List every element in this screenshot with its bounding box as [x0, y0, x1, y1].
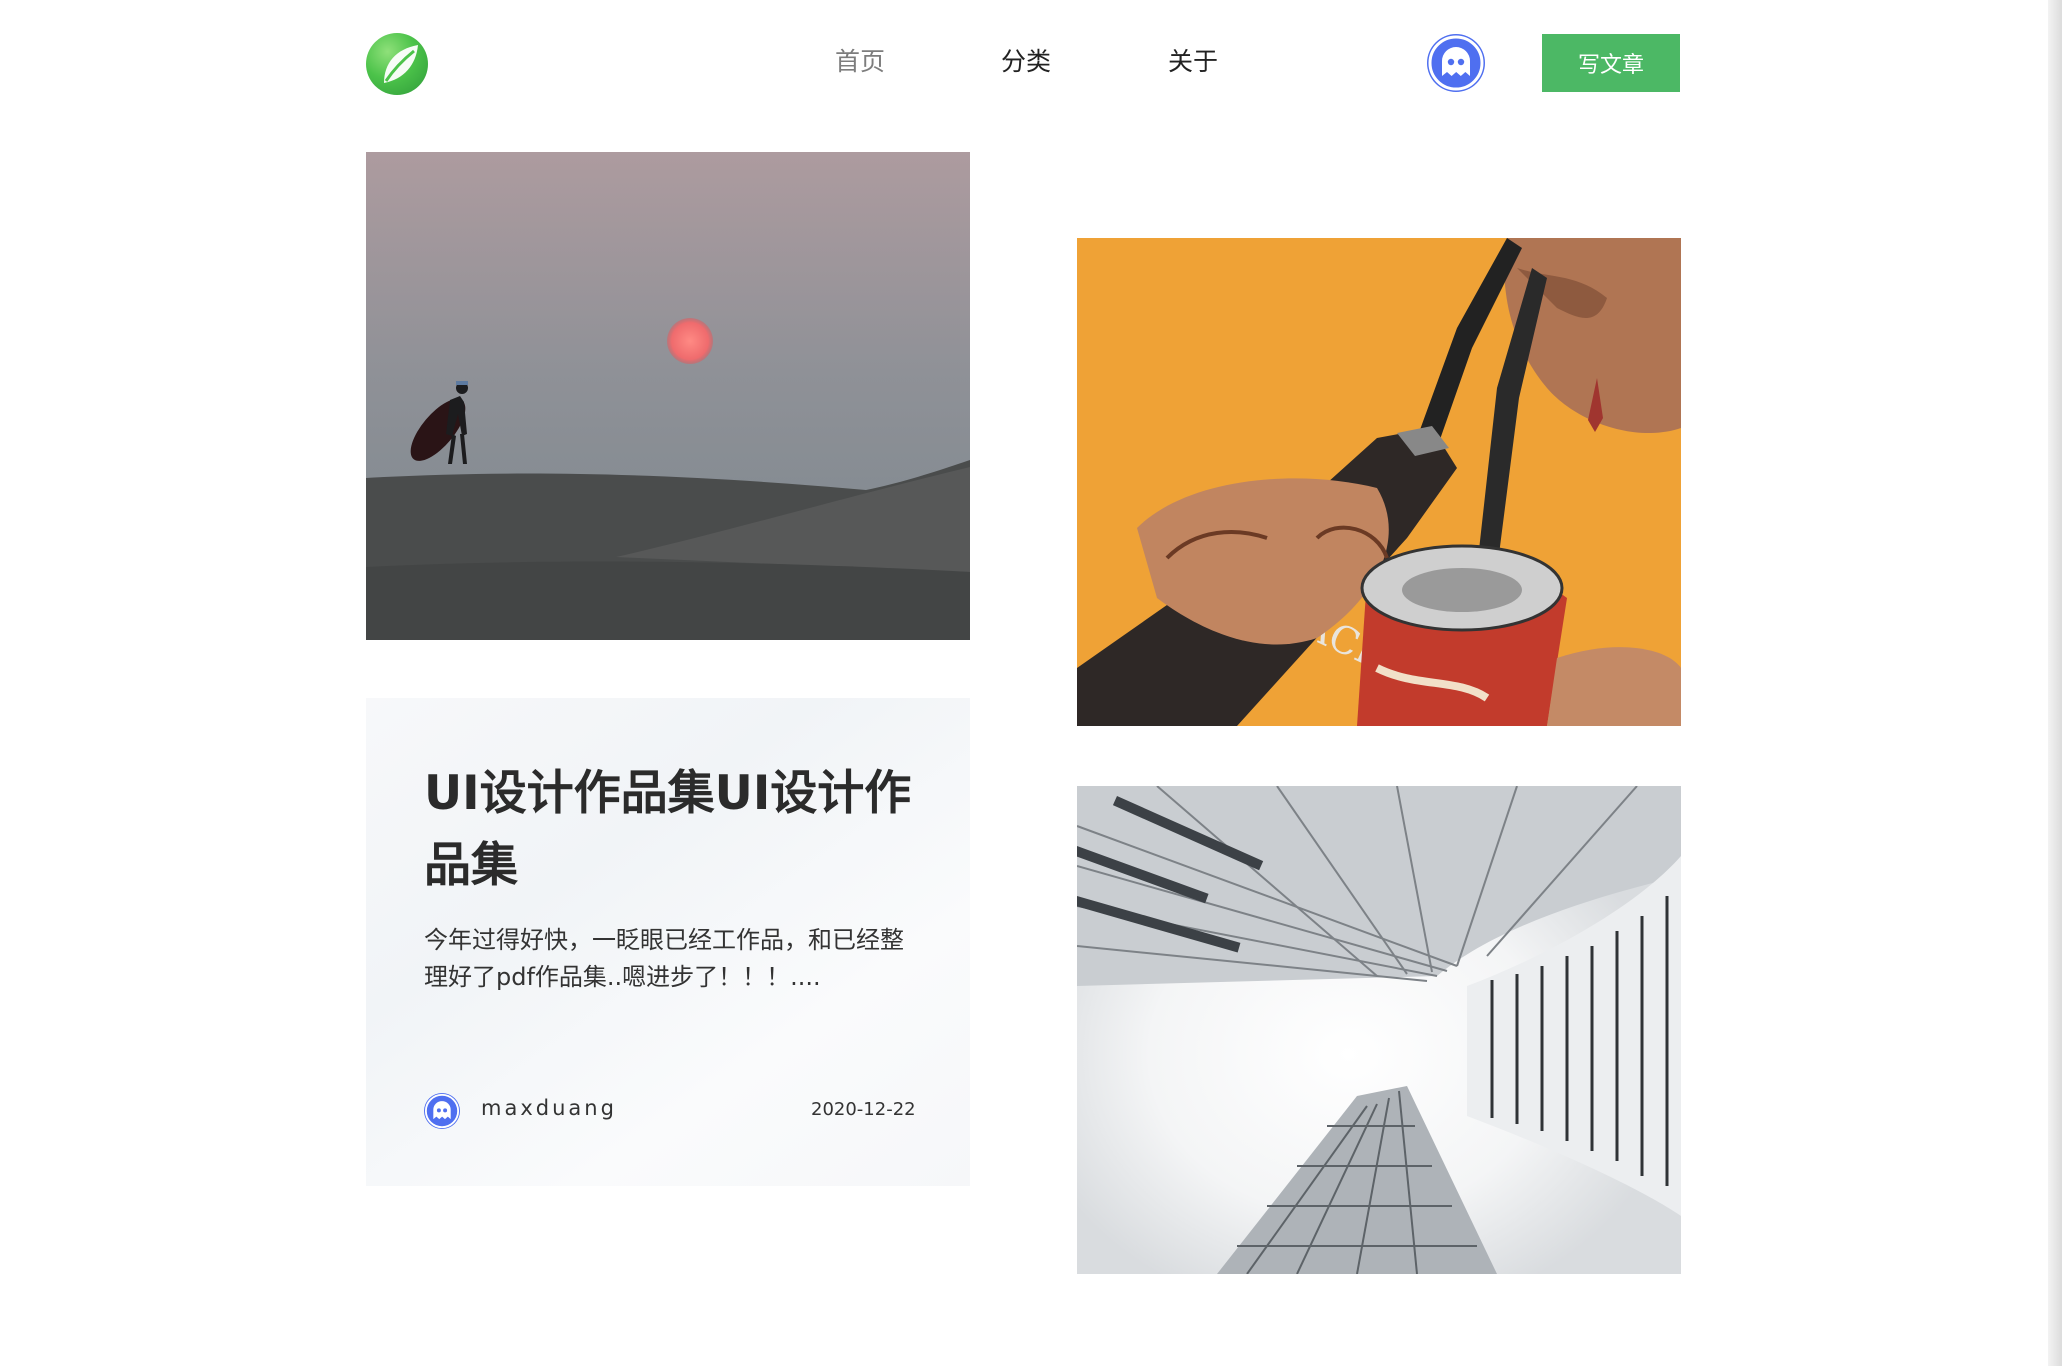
article-excerpt: 今年过得好快，一眨眼已经工作品，和已经整理好了pdf作品集..嗯进步了！！！..…	[424, 926, 904, 991]
mural-bottle-can-photo[interactable]: JACK	[1077, 238, 1681, 726]
desert-surfer-sunset-photo[interactable]	[366, 152, 970, 640]
write-article-button[interactable]: 写文章	[1542, 34, 1680, 92]
nav-category[interactable]: 分类	[1001, 44, 1051, 80]
post-date: 2020-12-22	[811, 1099, 916, 1120]
author-avatar[interactable]	[424, 1093, 460, 1129]
building-atrium-photo[interactable]	[1077, 786, 1681, 1274]
ghost-avatar-icon	[424, 1093, 460, 1129]
leaf-logo-icon[interactable]	[366, 33, 428, 95]
ghost-avatar-icon	[1428, 35, 1484, 91]
page-scrollbar[interactable]	[2048, 0, 2062, 1366]
article-card[interactable]: UI设计作品集UI设计作品集 今年过得好快，一眨眼已经工作品，和已经整理好了pd…	[366, 698, 970, 1186]
nav-about[interactable]: 关于	[1168, 44, 1218, 80]
user-avatar[interactable]	[1427, 34, 1485, 92]
author-name[interactable]: maxduang	[481, 1096, 617, 1120]
nav-home[interactable]: 首页	[835, 44, 885, 80]
article-title[interactable]: UI设计作品集UI设计作品集	[424, 758, 924, 902]
